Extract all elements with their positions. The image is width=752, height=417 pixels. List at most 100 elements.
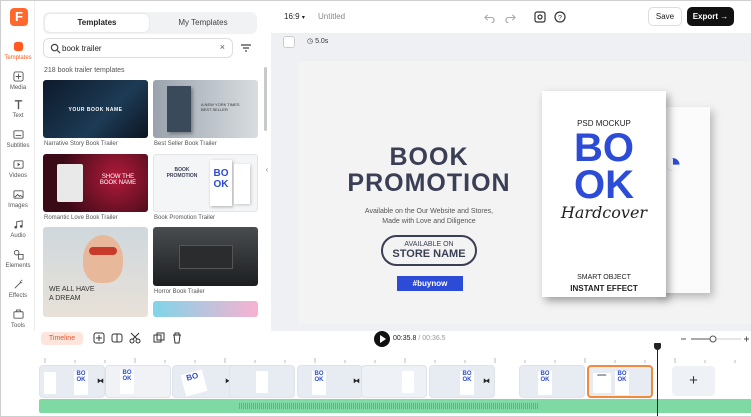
clear-search-icon[interactable]: ×	[220, 42, 225, 52]
redo-icon[interactable]	[505, 12, 516, 23]
tablet-mockup	[57, 164, 83, 202]
store-badge: AVAILABLE ON STORE NAME	[381, 235, 477, 266]
scene-clip[interactable]: BO OK	[519, 365, 585, 398]
svg-text:?: ?	[558, 15, 562, 22]
rail-media[interactable]: Media	[1, 71, 35, 91]
subtitle: Available on the Our Website and Stores,…	[364, 208, 494, 225]
add-scene-button[interactable]: +	[672, 366, 715, 396]
transition-icon[interactable]: ⧓	[483, 377, 490, 385]
playhead[interactable]	[654, 343, 661, 416]
template-title: Book Promotion Trailer	[154, 215, 216, 221]
book-mockup: BO OK	[210, 160, 232, 206]
filter-icon[interactable]	[239, 41, 253, 55]
rail-images[interactable]: Images	[1, 189, 35, 209]
audio-icon	[13, 220, 23, 229]
videos-icon	[12, 160, 24, 169]
transition-icon[interactable]: ⧓	[353, 377, 360, 385]
transition-icon[interactable]: ⧓	[97, 377, 104, 385]
template-title: Best Seller Book Trailer	[154, 141, 217, 147]
scene-canvas[interactable]: BOOK PROMOTION Available on the Our Webs…	[298, 61, 751, 324]
undo-icon[interactable]	[484, 12, 495, 23]
headline-promotion: PROMOTION	[347, 169, 511, 197]
tools-icon	[12, 309, 24, 319]
rail-audio[interactable]: Audio	[1, 219, 35, 239]
rail-effects[interactable]: Effects	[1, 279, 35, 299]
child-photo	[83, 235, 123, 283]
elements-icon	[13, 249, 24, 260]
canvas-area: ◷ 5.0s BOOK PROMOTION Available on the O…	[271, 34, 751, 331]
project-title[interactable]: Untitled	[318, 12, 345, 21]
template-card-next[interactable]	[153, 301, 258, 317]
zoom-slider[interactable]	[679, 334, 751, 344]
collapse-panel-icon[interactable]: ‹	[263, 161, 271, 179]
add-scene-icon[interactable]	[93, 332, 105, 344]
save-button[interactable]: Save	[648, 7, 682, 26]
media-icon	[12, 71, 24, 82]
scene-track: BO OK ⧓ BO OK BO ⧓ BO OK ⧓ BO OK ⧓ BO OK…	[39, 365, 669, 399]
effects-icon	[14, 279, 22, 289]
search-box: ×	[43, 38, 233, 58]
rail-videos[interactable]: Videos	[1, 159, 35, 179]
headline-book: BOOK	[389, 143, 469, 171]
play-button[interactable]	[374, 331, 390, 347]
timeline-toggle[interactable]: Timeline	[41, 332, 83, 345]
scene-clip[interactable]: BO OK	[39, 365, 105, 398]
arrow-right-icon: →	[720, 12, 729, 21]
scene-clip[interactable]	[229, 365, 295, 398]
scene-color-swatch[interactable]	[283, 36, 295, 48]
template-tabs: Templates My Templates	[43, 12, 257, 34]
images-icon	[12, 190, 24, 199]
screenshot-icon[interactable]	[534, 11, 546, 23]
clock-icon: ◷	[307, 38, 314, 45]
rail-subtitles[interactable]: Subtitles	[1, 129, 35, 149]
template-card-best-seller[interactable]: A NEW YORK TIMES BEST SELLER	[153, 80, 258, 138]
export-button[interactable]: Export →	[687, 7, 734, 26]
book-front-mockup: PSD MOCKUP BO OK Hardcover SMART OBJECT …	[542, 91, 666, 297]
help-icon[interactable]: ?	[554, 11, 566, 23]
results-count: 218 book trailer templates	[44, 67, 125, 74]
hashtag-badge: #buynow	[397, 276, 463, 291]
audio-track[interactable]	[39, 399, 751, 413]
panel-scrollbar[interactable]	[264, 67, 267, 131]
search-input[interactable]	[62, 42, 212, 55]
playback-time: 00:35.8 / 00:36.5	[393, 335, 446, 342]
scene-duration[interactable]: ◷ 5.0s	[307, 37, 328, 45]
scene-clip[interactable]	[361, 365, 427, 398]
book-cover	[167, 86, 191, 132]
rail-templates[interactable]: Templates	[1, 41, 35, 61]
templates-panel: Templates My Templates × 218 book traile…	[35, 1, 267, 331]
rail-text[interactable]: Text	[1, 99, 35, 119]
audio-waveform	[239, 403, 539, 409]
template-title: Narrative Story Book Trailer	[44, 141, 118, 147]
delete-icon[interactable]	[171, 332, 183, 344]
split-icon[interactable]	[111, 332, 123, 344]
template-title: Romantic Love Book Trailer	[44, 215, 118, 221]
scene-clip-selected[interactable]: BOOK BO OK	[587, 365, 653, 398]
search-icon	[50, 43, 61, 54]
house-image	[179, 245, 233, 269]
timeline-ruler[interactable]	[35, 348, 752, 364]
template-card-horror[interactable]	[153, 227, 258, 286]
template-card-romantic[interactable]: SHOW THE BOOK NAME	[43, 154, 148, 212]
rail-tools[interactable]: Tools	[1, 309, 35, 329]
aspect-ratio-select[interactable]: 16:9 ▾	[284, 12, 305, 21]
top-bar: 16:9 ▾ Untitled ? Save Export →	[271, 1, 751, 34]
app-logo: F	[10, 8, 28, 26]
subtitles-icon	[12, 130, 24, 139]
templates-icon	[13, 41, 23, 52]
book-mockup-back	[234, 164, 250, 204]
editor-window: F Templates Media Text Subtitles Videos …	[0, 0, 752, 417]
duplicate-icon[interactable]	[153, 332, 165, 344]
timeline-toolbar: Timeline 00:35.8 / 00:36.5	[35, 331, 751, 348]
template-title: Horror Book Trailer	[154, 289, 205, 295]
tab-templates[interactable]: Templates	[45, 14, 149, 32]
template-card-dream[interactable]: WE ALL HAVE A DREAM	[43, 227, 148, 317]
rail-elements[interactable]: Elements	[1, 249, 35, 269]
left-rail: F Templates Media Text Subtitles Videos …	[1, 1, 35, 331]
template-card-book-promotion[interactable]: BOOK PROMOTION BO OK	[153, 154, 258, 212]
chevron-down-icon: ▾	[301, 15, 305, 21]
scene-clip[interactable]: BO OK	[105, 365, 171, 398]
template-card-narrative[interactable]: YOUR BOOK NAME	[43, 80, 148, 138]
scissors-icon[interactable]	[129, 332, 141, 344]
tab-my-templates[interactable]: My Templates	[151, 14, 255, 32]
